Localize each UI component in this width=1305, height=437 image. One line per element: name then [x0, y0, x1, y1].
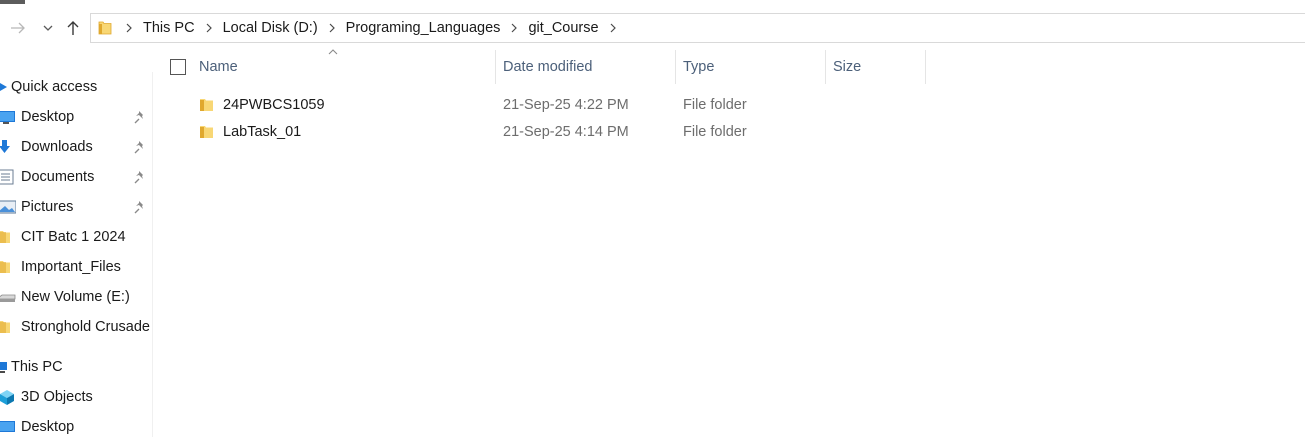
column-header-date-modified[interactable]: Date modified — [503, 50, 592, 84]
file-name[interactable]: LabTask_01 — [223, 119, 301, 146]
file-type: File folder — [683, 124, 747, 140]
navigation-pane: Quick access Desktop Downloads Documents… — [0, 72, 153, 437]
sidebar-this-pc[interactable]: This PC — [0, 352, 152, 382]
folder-icon — [200, 99, 213, 111]
sidebar-item-label: This PC — [11, 359, 63, 375]
sidebar-item-label: New Volume (E:) — [21, 289, 130, 305]
breadcrumb-this-pc[interactable]: This PC — [141, 14, 197, 42]
column-divider[interactable] — [495, 50, 496, 84]
sidebar-item-documents[interactable]: Documents — [0, 162, 152, 192]
chevron-right-icon[interactable] — [197, 14, 221, 42]
file-date-modified: 21-Sep-25 4:22 PM — [503, 97, 629, 113]
sidebar-item-pictures[interactable]: Pictures — [0, 192, 152, 222]
desktop-icon — [0, 111, 15, 124]
up-button[interactable] — [64, 12, 82, 44]
chevron-down-icon — [43, 25, 53, 31]
3d-objects-icon — [0, 390, 14, 405]
sidebar-item-label: CIT Batc 1 2024 — [21, 229, 126, 245]
up-arrow-icon — [67, 21, 79, 35]
breadcrumb-local-disk[interactable]: Local Disk (D:) — [221, 14, 320, 42]
pictures-icon — [0, 200, 16, 214]
star-icon — [0, 83, 7, 91]
column-divider[interactable] — [675, 50, 676, 84]
sidebar-item-label: Downloads — [21, 139, 93, 155]
file-type: File folder — [683, 97, 747, 113]
folder-icon — [0, 261, 10, 273]
pin-icon — [134, 111, 143, 124]
column-header-row: Name Date modified Type Size — [155, 49, 1305, 84]
pin-icon — [134, 201, 143, 214]
chevron-right-icon[interactable] — [320, 14, 344, 42]
desktop-icon — [0, 421, 15, 432]
chevron-right-icon[interactable] — [601, 14, 625, 42]
select-all-checkbox[interactable] — [170, 59, 186, 75]
folder-icon — [0, 231, 10, 243]
pin-icon — [134, 141, 143, 154]
column-divider[interactable] — [825, 50, 826, 84]
sidebar-item-stronghold-crusade[interactable]: Stronghold Crusade — [0, 312, 152, 342]
file-row[interactable]: LabTask_01 21-Sep-25 4:14 PM File folder — [155, 119, 1305, 146]
sidebar-item-label: Pictures — [21, 199, 74, 215]
sidebar-item-desktop[interactable]: Desktop — [0, 102, 152, 132]
pin-icon — [134, 171, 143, 184]
breadcrumb-git-course[interactable]: git_Course — [526, 14, 600, 42]
column-header-type[interactable]: Type — [683, 50, 714, 84]
sidebar-quick-access[interactable]: Quick access — [0, 72, 152, 102]
column-header-size[interactable]: Size — [833, 50, 861, 84]
folder-icon — [200, 126, 213, 138]
sidebar-item-label: Desktop — [21, 419, 75, 435]
recent-locations-button[interactable] — [40, 12, 56, 44]
file-date-modified: 21-Sep-25 4:14 PM — [503, 124, 629, 140]
address-bar[interactable]: This PC Local Disk (D:) Programing_Langu… — [90, 13, 1305, 43]
sidebar-item-label: Quick access — [11, 79, 98, 95]
forward-arrow-icon — [11, 22, 25, 34]
sidebar-item-label: Stronghold Crusade — [21, 319, 150, 335]
sort-ascending-icon — [328, 49, 338, 55]
sidebar-item-label: Desktop — [21, 109, 75, 125]
drive-icon — [0, 294, 16, 302]
breadcrumb-programing-languages[interactable]: Programing_Languages — [344, 14, 503, 42]
sidebar-item-desktop-pc[interactable]: Desktop — [0, 412, 152, 437]
chevron-right-icon[interactable] — [502, 14, 526, 42]
sidebar-item-label: 3D Objects — [21, 389, 93, 405]
window-edge — [0, 0, 25, 4]
column-header-name[interactable]: Name — [199, 50, 238, 84]
folder-icon — [0, 321, 10, 333]
documents-icon — [0, 169, 14, 185]
file-row[interactable]: 24PWBCS1059 21-Sep-25 4:22 PM File folde… — [155, 92, 1305, 119]
navigation-bar: This PC Local Disk (D:) Programing_Langu… — [0, 12, 1305, 44]
downloads-icon — [0, 140, 10, 153]
sidebar-item-important-files[interactable]: Important_Files — [0, 252, 152, 282]
file-name[interactable]: 24PWBCS1059 — [223, 92, 325, 119]
column-divider[interactable] — [925, 50, 926, 84]
sidebar-item-label: Documents — [21, 169, 95, 185]
folder-icon — [93, 14, 117, 42]
this-pc-icon — [0, 362, 7, 373]
sidebar-item-label: Important_Files — [21, 259, 121, 275]
forward-button[interactable] — [6, 12, 30, 44]
sidebar-item-new-volume[interactable]: New Volume (E:) — [0, 282, 152, 312]
sidebar-item-downloads[interactable]: Downloads — [0, 132, 152, 162]
chevron-right-icon[interactable] — [117, 14, 141, 42]
sidebar-item-cit-batc[interactable]: CIT Batc 1 2024 — [0, 222, 152, 252]
sidebar-item-3d-objects[interactable]: 3D Objects — [0, 382, 152, 412]
